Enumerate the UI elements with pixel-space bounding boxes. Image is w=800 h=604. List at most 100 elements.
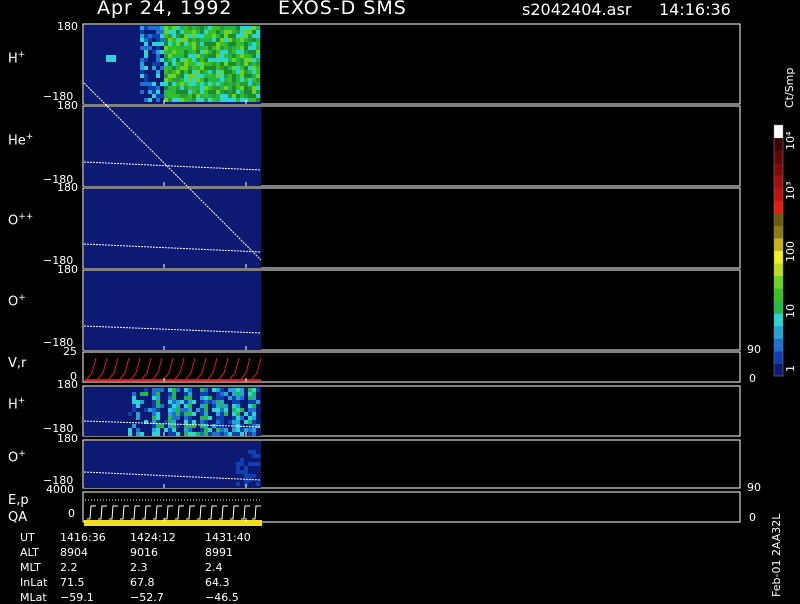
- heatmap-cell: [188, 26, 192, 30]
- heatmap-cell: [152, 412, 156, 416]
- heatmap-cell: [236, 34, 240, 38]
- heatmap-cell: [176, 90, 180, 94]
- heatmap-cell: [176, 388, 180, 392]
- heatmap-cell: [228, 26, 232, 30]
- heatmap-cell: [208, 82, 212, 86]
- heatmap-cell: [168, 396, 172, 400]
- heatmap-cell: [216, 30, 220, 34]
- heatmap-cell: [224, 412, 228, 416]
- heatmap-cell: [172, 428, 176, 432]
- heatmap-cell: [200, 74, 204, 78]
- heatmap-cell: [168, 82, 172, 86]
- heatmap-cell: [144, 78, 148, 82]
- colorbar-segment: [774, 200, 783, 214]
- heatmap-cell: [196, 78, 200, 82]
- heatmap-cell: [164, 30, 168, 34]
- heatmap-cell: [168, 412, 172, 416]
- heatmap-cell: [208, 54, 212, 58]
- heatmap-cell: [172, 408, 176, 412]
- heatmap-cell: [164, 66, 168, 70]
- heatmap-cell: [184, 54, 188, 58]
- heatmap-cell: [140, 432, 144, 436]
- heatmap-cell: [176, 46, 180, 50]
- heatmap-cell: [248, 450, 252, 454]
- heatmap-cell: [188, 400, 192, 404]
- heatmap-cell: [176, 70, 180, 74]
- heatmap-cell: [228, 42, 232, 46]
- heatmap-cell: [184, 46, 188, 50]
- heatmap-cell: [224, 26, 228, 30]
- heatmap-cell: [188, 74, 192, 78]
- heatmap-cell: [196, 46, 200, 50]
- heatmap-cell: [188, 404, 192, 408]
- heatmap-cell: [252, 82, 256, 86]
- heatmap-cell: [232, 34, 236, 38]
- tick-top: 180: [57, 263, 78, 276]
- heatmap-cell: [244, 86, 248, 90]
- heatmap-cell: [256, 82, 260, 86]
- heatmap-cell: [156, 404, 160, 408]
- heatmap-cell: [192, 400, 196, 404]
- heatmap-cell: [256, 50, 260, 54]
- heatmap-cell: [208, 98, 212, 102]
- heatmap-cell: [200, 416, 204, 420]
- orbit-row-label: MLat: [20, 591, 47, 604]
- heatmap-cell: [232, 46, 236, 50]
- heatmap-cell: [252, 400, 256, 404]
- heatmap-cell: [232, 58, 236, 62]
- heatmap-cell: [256, 34, 260, 38]
- heatmap-cell: [252, 392, 256, 396]
- heatmap-cell: [252, 432, 256, 436]
- heatmap-cell: [228, 70, 232, 74]
- heatmap-cell: [152, 90, 156, 94]
- heatmap-cell: [252, 428, 256, 432]
- heatmap-cell: [160, 66, 164, 70]
- heatmap-cell: [252, 62, 256, 66]
- heatmap-cell: [200, 46, 204, 50]
- heatmap-cell: [152, 428, 156, 432]
- heatmap-cell: [240, 416, 244, 420]
- heatmap-cell: [216, 78, 220, 82]
- heatmap-cell: [236, 78, 240, 82]
- heatmap-cell: [236, 66, 240, 70]
- heatmap-cell: [176, 416, 180, 420]
- heatmap-cell: [172, 38, 176, 42]
- heatmap-cell: [152, 396, 156, 400]
- colorbar-segment: [774, 363, 783, 377]
- heatmap-cell: [176, 404, 180, 408]
- heatmap-cell: [148, 34, 152, 38]
- heatmap-cell: [184, 66, 188, 70]
- orbit-cell: 71.5: [60, 576, 85, 589]
- heatmap-cell: [156, 388, 160, 392]
- heatmap-cell: [180, 46, 184, 50]
- heatmap-cell: [176, 42, 180, 46]
- heatmap-cell: [256, 58, 260, 62]
- heatmap-cell: [184, 86, 188, 90]
- heatmap-cell: [248, 26, 252, 30]
- heatmap-cell: [164, 58, 168, 62]
- heatmap-cell: [192, 98, 196, 102]
- heatmap-cell: [204, 50, 208, 54]
- heatmap-cell: [196, 26, 200, 30]
- heatmap-cell: [232, 42, 236, 46]
- heatmap-cell: [184, 34, 188, 38]
- heatmap-cell: [184, 94, 188, 98]
- heatmap-cell: [172, 74, 176, 78]
- heatmap-cell: [200, 66, 204, 70]
- orbit-cell: −52.7: [130, 591, 164, 604]
- heatmap-cell: [208, 38, 212, 42]
- heatmap-cell: [236, 50, 240, 54]
- heatmap-cell: [168, 400, 172, 404]
- right-tick-top: 90: [747, 343, 761, 356]
- orbit-cell: 2.4: [205, 561, 223, 574]
- heatmap-cell: [224, 392, 228, 396]
- heatmap-cell: [160, 82, 164, 86]
- heatmap-cell: [216, 90, 220, 94]
- heatmap-cell: [240, 54, 244, 58]
- heatmap-cell: [236, 388, 240, 392]
- heatmap-cell: [144, 42, 148, 46]
- colorbar-tick-label: 1: [784, 365, 797, 372]
- heatmap-cell: [204, 30, 208, 34]
- heatmap-cell: [140, 74, 144, 78]
- tick-top: 25: [63, 345, 77, 358]
